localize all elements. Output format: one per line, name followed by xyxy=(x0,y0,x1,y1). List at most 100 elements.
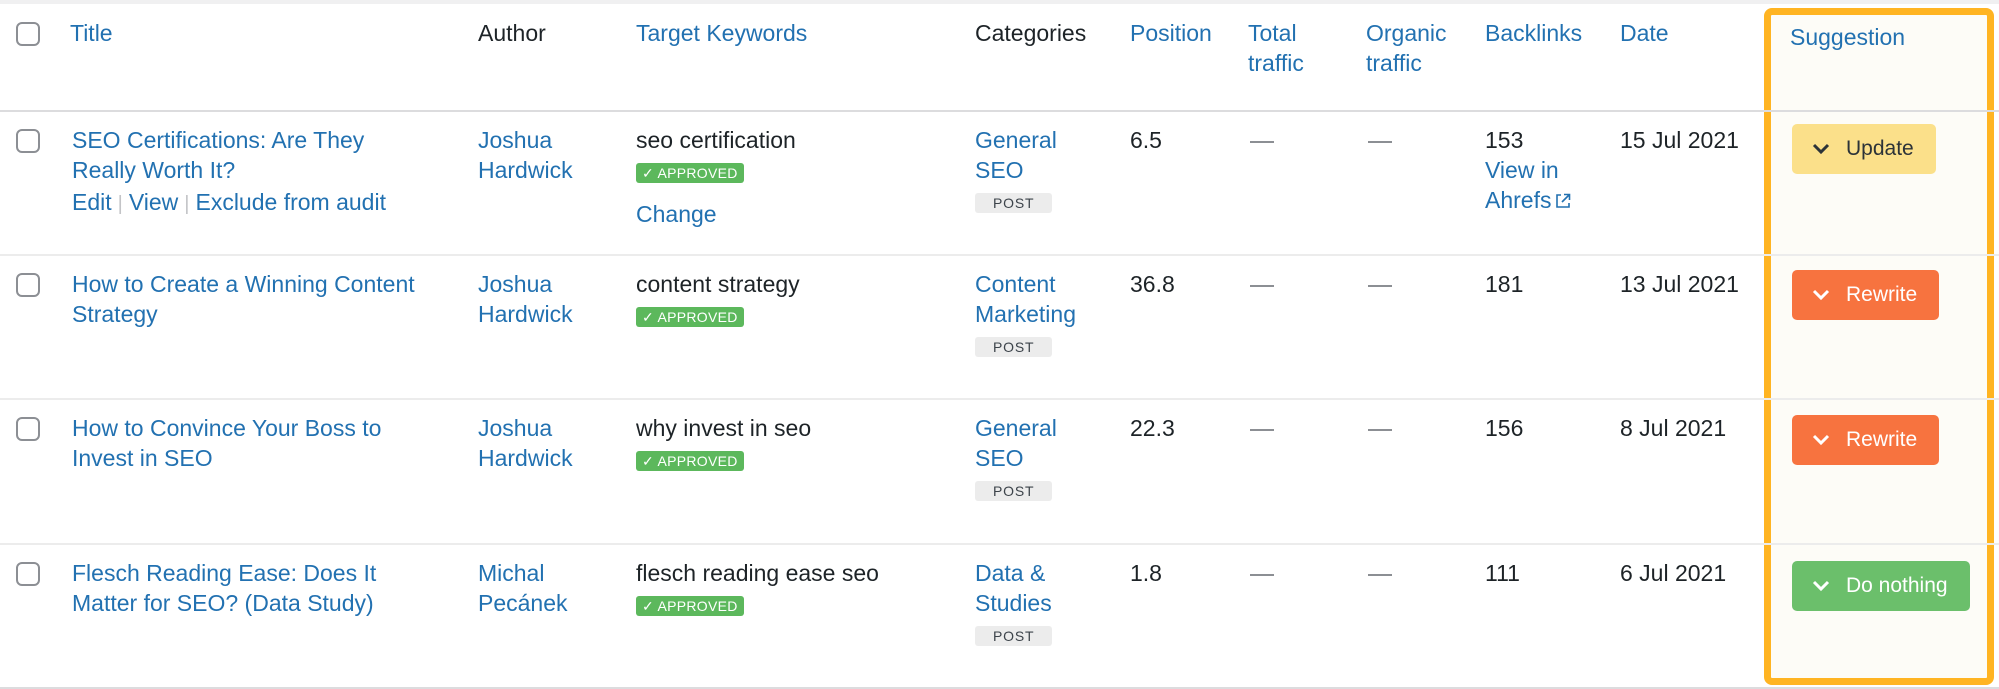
author-first-name: Michal xyxy=(478,560,545,586)
column-date[interactable]: Date xyxy=(1620,18,1760,48)
author-link[interactable]: Joshua Hardwick xyxy=(478,269,618,329)
author-last-name: Hardwick xyxy=(478,445,573,471)
author-first-name: Joshua xyxy=(478,127,553,153)
post-title-line2: Invest in SEO xyxy=(72,445,213,471)
post-title-line2: Strategy xyxy=(72,301,158,327)
author-first-name: Joshua xyxy=(478,271,553,297)
position-value: 6.5 xyxy=(1130,127,1162,153)
backlinks-value: 156 xyxy=(1485,415,1524,441)
view-in-ahrefs-line2: Ahrefs xyxy=(1485,187,1552,213)
row-checkbox[interactable] xyxy=(16,129,40,153)
target-keyword: why invest in seo xyxy=(636,415,812,441)
post-type-badge: POST xyxy=(975,337,1053,357)
post-title-cell: How to Convince Your Boss to Invest in S… xyxy=(72,413,462,473)
author-link[interactable]: Michal Pecánek xyxy=(478,558,618,618)
row-checkbox[interactable] xyxy=(16,562,40,586)
category-line2: SEO xyxy=(975,157,1024,183)
post-title-link[interactable]: How to Create a Winning Content Strategy xyxy=(72,269,462,329)
view-in-ahrefs-link[interactable]: View in Ahrefs xyxy=(1485,155,1605,215)
suggestion-rewrite-button[interactable]: Rewrite xyxy=(1792,415,1940,465)
position-value: 36.8 xyxy=(1130,271,1175,297)
view-link[interactable]: View xyxy=(129,189,178,215)
post-title-link[interactable]: Flesch Reading Ease: Does It Matter for … xyxy=(72,558,462,618)
empty-value-dash xyxy=(1250,428,1274,431)
suggestion-rewrite-button[interactable]: Rewrite xyxy=(1792,270,1940,320)
chevron-down-icon xyxy=(1812,143,1830,155)
post-title-link[interactable]: SEO Certifications: Are They Really Wort… xyxy=(72,125,462,185)
category-line1: General xyxy=(975,415,1057,441)
backlinks-value: 111 xyxy=(1485,560,1520,586)
chevron-down-icon xyxy=(1812,289,1830,301)
table-row: Flesch Reading Ease: Does It Matter for … xyxy=(0,545,1999,689)
suggestion-do-nothing-button[interactable]: Do nothing xyxy=(1792,561,1970,611)
row-actions: Edit | View | Exclude from audit xyxy=(72,187,462,219)
row-checkbox[interactable] xyxy=(16,417,40,441)
target-keyword: flesch reading ease seo xyxy=(636,560,879,586)
post-title-cell: SEO Certifications: Are They Really Wort… xyxy=(72,125,462,219)
category-link[interactable]: General SEO xyxy=(975,125,1115,185)
author-last-name: Hardwick xyxy=(478,301,573,327)
total-traffic-value xyxy=(1248,269,1348,299)
approved-badge: ✓ APPROVED xyxy=(636,596,744,616)
column-categories: Categories xyxy=(975,20,1087,46)
total-traffic-value xyxy=(1248,125,1348,155)
post-title-cell: Flesch Reading Ease: Does It Matter for … xyxy=(72,558,462,618)
select-all-checkbox[interactable] xyxy=(16,22,40,46)
column-backlinks[interactable]: Backlinks xyxy=(1485,18,1605,48)
total-traffic-value xyxy=(1248,413,1348,443)
exclude-from-audit-link[interactable]: Exclude from audit xyxy=(195,189,385,215)
category-line1: Data & xyxy=(975,560,1046,586)
chevron-down-icon xyxy=(1812,580,1830,592)
change-keyword-link[interactable]: Change xyxy=(636,199,956,229)
author-first-name: Joshua xyxy=(478,415,553,441)
category-link[interactable]: Data & Studies xyxy=(975,558,1115,618)
date-value: 13 Jul 2021 xyxy=(1620,271,1739,297)
post-title-line1: Flesch Reading Ease: Does It xyxy=(72,560,377,586)
post-type-badge: POST xyxy=(975,481,1053,501)
total-traffic-value xyxy=(1248,558,1348,588)
position-value: 1.8 xyxy=(1130,560,1162,586)
post-title-link[interactable]: How to Convince Your Boss to Invest in S… xyxy=(72,413,462,473)
target-keyword: content strategy xyxy=(636,271,800,297)
column-target-keywords[interactable]: Target Keywords xyxy=(636,18,956,48)
category-link[interactable]: Content Marketing xyxy=(975,269,1115,329)
date-value: 8 Jul 2021 xyxy=(1620,415,1727,441)
author-link[interactable]: Joshua Hardwick xyxy=(478,413,618,473)
column-position[interactable]: Position xyxy=(1130,18,1230,48)
empty-value-dash xyxy=(1368,573,1392,576)
column-title[interactable]: Title xyxy=(70,18,460,48)
backlinks-value: 181 xyxy=(1485,271,1524,297)
keyword-cell: content strategy ✓ APPROVED xyxy=(636,269,956,329)
post-title-line2: Really Worth It? xyxy=(72,157,236,183)
category-line1: General xyxy=(975,127,1057,153)
keyword-cell: why invest in seo ✓ APPROVED xyxy=(636,413,956,473)
column-suggestion[interactable]: Suggestion xyxy=(1790,22,1905,52)
organic-traffic-value xyxy=(1366,125,1466,155)
table-header: Title Author Target Keywords Categories … xyxy=(0,4,1999,112)
column-organic-traffic-line2: traffic xyxy=(1366,50,1422,76)
post-title-line1: How to Convince Your Boss to xyxy=(72,415,382,441)
category-cell: Data & Studies POST xyxy=(975,558,1115,648)
category-link[interactable]: General SEO xyxy=(975,413,1115,473)
column-organic-traffic[interactable]: Organic traffic xyxy=(1366,18,1466,78)
category-cell: General SEO POST xyxy=(975,125,1115,215)
organic-traffic-value xyxy=(1366,269,1466,299)
author-last-name: Hardwick xyxy=(478,157,573,183)
keyword-cell: seo certification ✓ APPROVED Change xyxy=(636,125,956,229)
position-value: 22.3 xyxy=(1130,415,1175,441)
column-total-traffic-line1: Total xyxy=(1248,20,1297,46)
table-row: How to Create a Winning Content Strategy… xyxy=(0,256,1999,400)
empty-value-dash xyxy=(1250,573,1274,576)
suggestion-update-button[interactable]: Update xyxy=(1792,124,1936,174)
edit-link[interactable]: Edit xyxy=(72,189,112,215)
chevron-down-icon xyxy=(1812,434,1830,446)
backlinks-value: 153 xyxy=(1485,127,1524,153)
approved-badge: ✓ APPROVED xyxy=(636,163,744,183)
category-line2: Marketing xyxy=(975,301,1076,327)
column-total-traffic[interactable]: Total traffic xyxy=(1248,18,1348,78)
action-separator: | xyxy=(184,193,190,215)
row-checkbox[interactable] xyxy=(16,273,40,297)
post-type-badge: POST xyxy=(975,626,1053,646)
action-separator: | xyxy=(117,193,123,215)
author-link[interactable]: Joshua Hardwick xyxy=(478,125,618,185)
